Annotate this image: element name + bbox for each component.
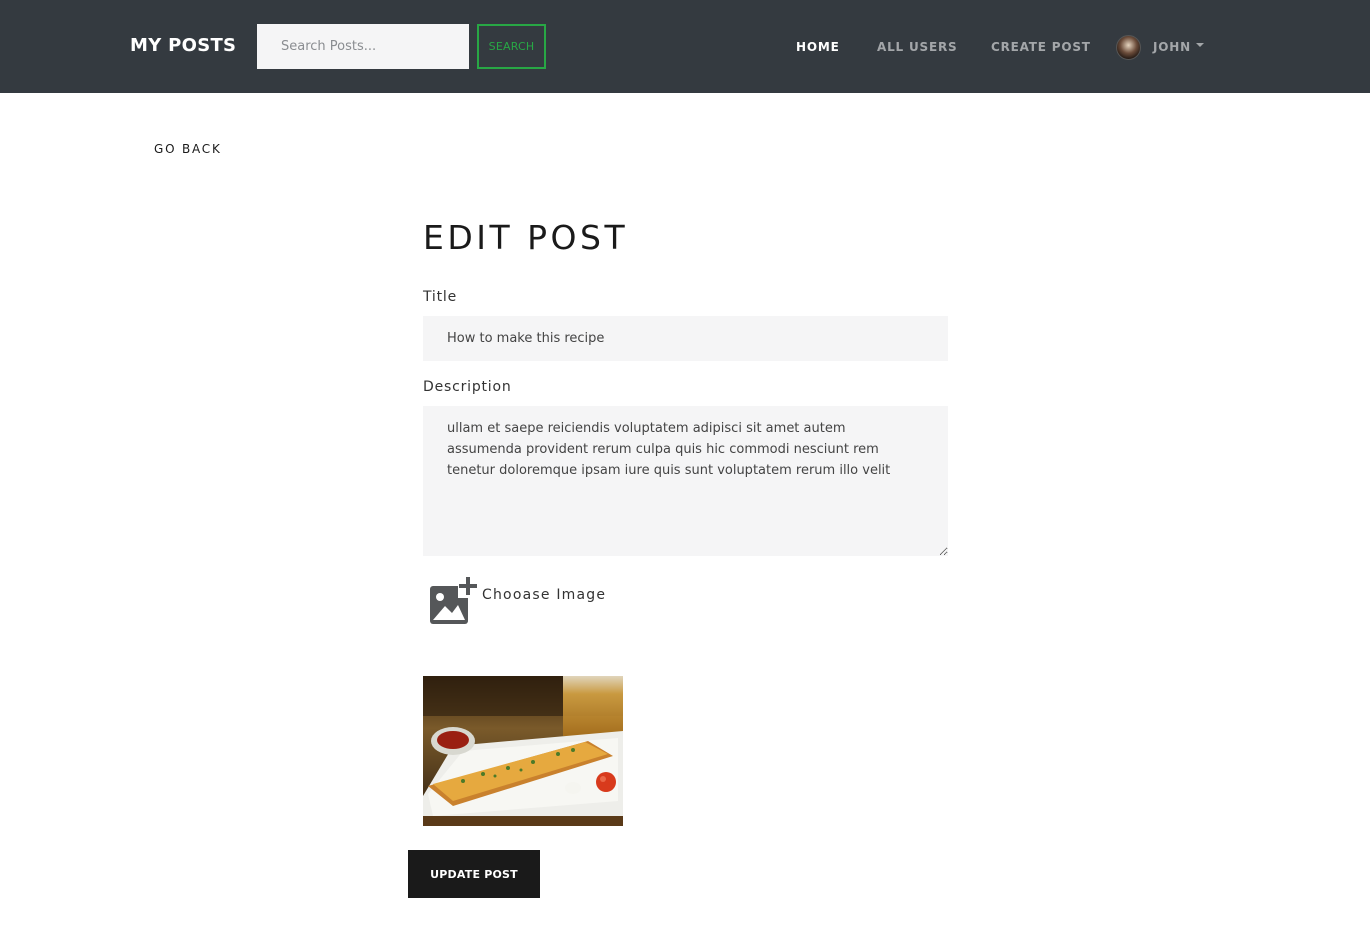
nav-home[interactable]: HOME [796,40,840,54]
navbar: MY POSTS SEARCH HOME ALL USERS CREATE PO… [0,0,1370,93]
title-label: Title [423,289,458,305]
brand-logo[interactable]: MY POSTS [130,35,236,56]
nav-all-users[interactable]: ALL USERS [877,40,957,54]
description-textarea[interactable]: ullam et saepe reiciendis voluptatem adi… [423,406,948,556]
go-back-button[interactable]: GO BACK [154,142,222,156]
nav-create-post[interactable]: CREATE POST [991,40,1091,54]
search-input[interactable] [257,24,469,69]
title-input[interactable] [423,316,948,361]
user-avatar [1116,34,1141,60]
caret-down-icon [1195,43,1204,47]
page-title: EDIT POST [423,218,629,257]
search-button[interactable]: SEARCH [477,24,546,69]
user-name: JOHN [1153,40,1191,54]
choose-image-button[interactable]: Chooase Image [428,576,606,626]
choose-image-label: Chooase Image [482,587,607,603]
update-post-button[interactable]: UPDATE POST [408,850,540,898]
post-image-preview [423,676,623,826]
user-menu-dropdown[interactable]: JOHN [1116,33,1204,61]
description-label: Description [423,379,512,395]
add-photo-icon [430,576,478,624]
